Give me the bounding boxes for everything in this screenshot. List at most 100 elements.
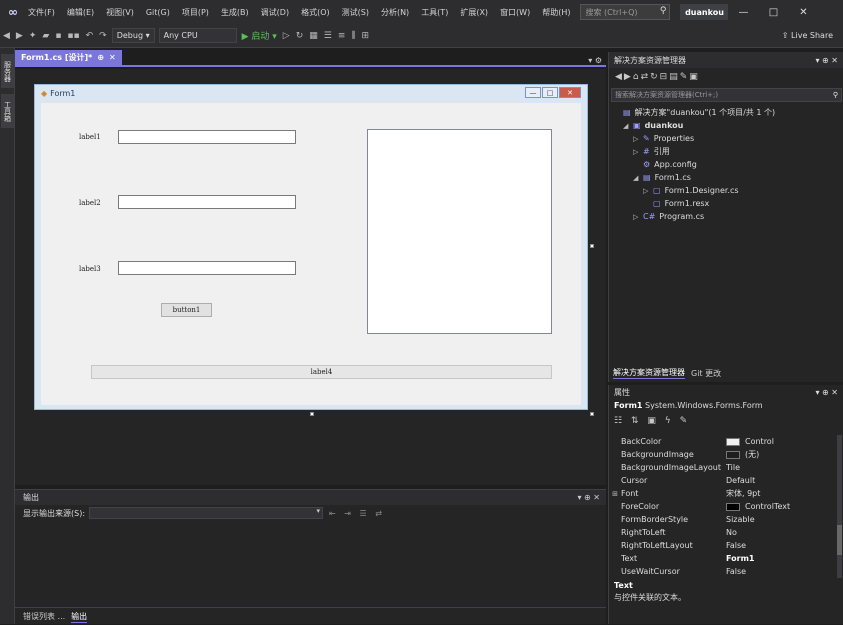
form-window[interactable]: ◆ Form1 — □ ✕ label1 label2 label3 butto… <box>34 84 588 410</box>
menu-build[interactable]: 生成(B) <box>215 7 255 18</box>
menu-file[interactable]: 文件(F) <box>22 7 61 18</box>
listbox1[interactable] <box>367 129 552 334</box>
form-maximize-icon[interactable]: □ <box>542 87 558 98</box>
properties-object-selector[interactable]: Form1 System.Windows.Forms.Form <box>614 401 763 410</box>
property-value[interactable]: No <box>726 528 837 537</box>
property-value[interactable]: ControlText <box>726 502 837 511</box>
align-icon[interactable]: ☰ <box>321 31 335 41</box>
spacing-icon[interactable]: ⫼ <box>348 31 358 41</box>
tab-error-list[interactable]: 错误列表 ... <box>23 611 65 622</box>
scrollbar-thumb[interactable] <box>837 525 842 555</box>
solution-explorer-controls[interactable]: ▾ ⊕ ✕ <box>815 56 843 65</box>
platform-dropdown[interactable]: Any CPU <box>158 28 237 43</box>
start-without-debug-icon[interactable]: ▷ <box>280 31 293 41</box>
menu-extensions[interactable]: 扩展(X) <box>454 7 494 18</box>
refresh-icon[interactable]: ↻ <box>293 31 307 41</box>
pin-icon[interactable]: ⊕ <box>97 53 104 62</box>
menu-edit[interactable]: 编辑(E) <box>61 7 100 18</box>
open-file-icon[interactable]: ▰ <box>39 31 52 41</box>
search-box[interactable]: 搜索 (Ctrl+Q) ⚲ <box>580 4 671 20</box>
toolbox-tab[interactable]: 工具箱 <box>1 94 14 128</box>
back-icon[interactable]: ◀ <box>615 72 624 82</box>
label1[interactable]: label1 <box>79 133 101 141</box>
show-all-files-icon[interactable]: ▤ <box>669 72 680 82</box>
sync-icon[interactable]: ⇄ <box>641 72 651 82</box>
tree-item[interactable]: ▷ # 引用 <box>613 145 841 158</box>
tab-solution-explorer[interactable]: 解决方案资源管理器 <box>613 367 685 379</box>
property-row[interactable]: UseWaitCursor False <box>609 565 837 578</box>
maximize-button[interactable]: □ <box>758 7 788 18</box>
properties-icon[interactable]: ✎ <box>680 72 690 82</box>
collapse-all-icon[interactable]: ⊟ <box>660 72 670 82</box>
expander-icon[interactable]: ▷ <box>633 135 643 143</box>
menu-project[interactable]: 项目(P) <box>176 7 215 18</box>
expander-icon[interactable]: ▷ <box>633 148 643 156</box>
user-badge[interactable]: duankou <box>680 4 729 20</box>
textbox3[interactable] <box>118 261 296 275</box>
textbox2[interactable] <box>118 195 296 209</box>
expander-icon[interactable]: ◢ <box>633 174 643 182</box>
expander-icon[interactable]: ◢ <box>623 122 633 130</box>
categorized-icon[interactable]: ☷ <box>614 416 625 426</box>
start-debug-button[interactable]: ▶ 启动 ▾ <box>239 29 280 42</box>
document-tab-form1-designer[interactable]: Form1.cs [设计]* ⊕ ✕ <box>15 50 122 65</box>
expander-icon[interactable]: ▷ <box>633 213 643 221</box>
tree-item[interactable]: ⚙ App.config <box>613 158 841 171</box>
size-icon[interactable]: ⊞ <box>359 31 373 41</box>
solution-search-input[interactable]: 搜索解决方案资源管理器(Ctrl+;) ⚲ <box>611 88 842 102</box>
output-source-dropdown[interactable]: ▾ <box>89 507 324 519</box>
property-value[interactable]: (无) <box>726 449 837 460</box>
label4[interactable]: label4 <box>91 365 552 379</box>
close-button[interactable]: ✕ <box>788 7 818 18</box>
property-row[interactable]: BackgroundImage (无) <box>609 448 837 461</box>
property-row[interactable]: Cursor Default <box>609 474 837 487</box>
tab-close-icon[interactable]: ✕ <box>109 53 116 62</box>
tree-item[interactable]: ▷ ✎ Properties <box>613 132 841 145</box>
form-client-area[interactable]: label1 label2 label3 button1 label4 <box>41 103 581 405</box>
property-row[interactable]: BackColor Control <box>609 435 837 448</box>
property-value[interactable]: False <box>726 567 837 576</box>
property-row[interactable]: RightToLeft No <box>609 526 837 539</box>
property-row[interactable]: Text Form1 <box>609 552 837 565</box>
output-window-controls[interactable]: ▾ ⊕ ✕ <box>577 493 606 502</box>
forward-icon[interactable]: ▶ <box>624 72 633 82</box>
tree-item[interactable]: ◢ ▤ Form1.cs <box>613 171 841 184</box>
property-row[interactable]: BackgroundImageLayout Tile <box>609 461 837 474</box>
menu-help[interactable]: 帮助(H) <box>536 7 576 18</box>
events-icon[interactable]: ϟ <box>665 416 674 426</box>
property-value[interactable]: 宋体, 9pt <box>726 488 837 499</box>
property-row[interactable]: ⊞ Font 宋体, 9pt <box>609 487 837 500</box>
property-value[interactable]: Default <box>726 476 837 485</box>
textbox1[interactable] <box>118 130 296 144</box>
configuration-dropdown[interactable]: Debug ▾ <box>111 28 155 43</box>
resize-handle-bottom[interactable] <box>310 412 314 416</box>
expander-icon[interactable]: ▷ <box>643 187 653 195</box>
menu-git[interactable]: Git(G) <box>140 8 176 17</box>
property-value[interactable]: Sizable <box>726 515 837 524</box>
property-row[interactable]: FormBorderStyle Sizable <box>609 513 837 526</box>
property-value[interactable]: False <box>726 541 837 550</box>
properties-controls[interactable]: ▾ ⊕ ✕ <box>815 388 843 397</box>
refresh-icon[interactable]: ↻ <box>650 72 660 82</box>
property-expander-icon[interactable]: ⊞ <box>609 490 621 498</box>
server-explorer-tab[interactable]: 服务器 <box>1 54 14 88</box>
forward-icon[interactable]: ▶ <box>13 31 26 41</box>
label3[interactable]: label3 <box>79 265 101 273</box>
save-icon[interactable]: ▪ <box>52 31 64 41</box>
property-value[interactable]: Control <box>726 437 837 446</box>
live-share-button[interactable]: ⇪ Live Share <box>782 31 843 40</box>
menu-test[interactable]: 测试(S) <box>336 7 375 18</box>
property-value[interactable]: Form1 <box>726 554 837 563</box>
home-icon[interactable]: ⌂ <box>633 72 641 82</box>
menu-window[interactable]: 窗口(W) <box>494 7 536 18</box>
property-value[interactable]: Tile <box>726 463 837 472</box>
menu-view[interactable]: 视图(V) <box>100 7 140 18</box>
alphabetical-icon[interactable]: ⇅ <box>631 416 642 426</box>
menu-format[interactable]: 格式(O) <box>295 7 336 18</box>
tab-output[interactable]: 输出 <box>71 611 88 623</box>
menu-tools[interactable]: 工具(T) <box>415 7 454 18</box>
property-row[interactable]: ForeColor ControlText <box>609 500 837 513</box>
form-minimize-icon[interactable]: — <box>525 87 541 98</box>
format-icon[interactable]: ≡ <box>335 31 349 41</box>
tree-item[interactable]: ▢ Form1.resx <box>613 197 841 210</box>
